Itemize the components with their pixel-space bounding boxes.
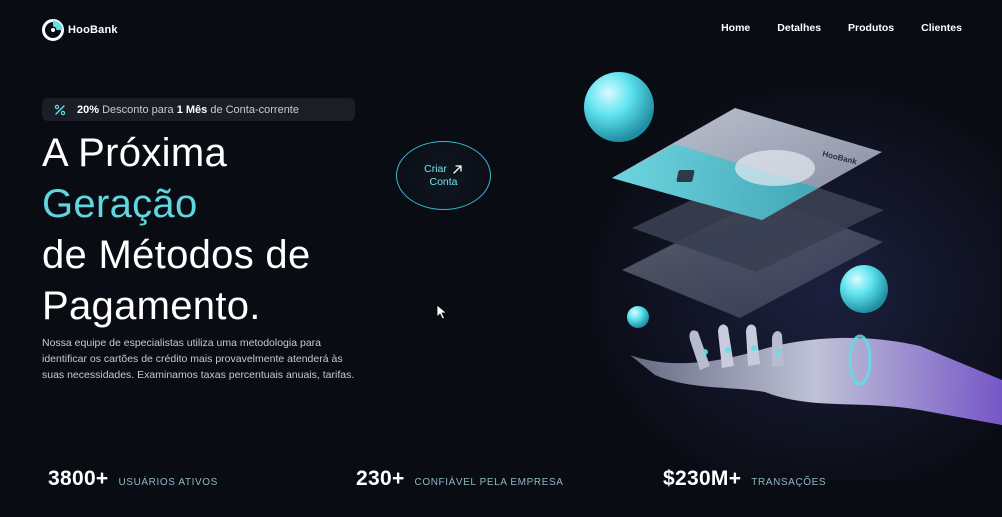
arrow-up-right-icon xyxy=(453,164,462,174)
robot-joint-4 xyxy=(775,349,781,355)
robot-joint-1 xyxy=(702,349,708,355)
stat-value: 3800+ xyxy=(48,467,109,490)
card-chip xyxy=(676,170,695,182)
hero-description: Nossa equipe de especialistas utiliza um… xyxy=(42,337,355,381)
nav-produtos[interactable]: Produtos xyxy=(848,22,894,34)
nav-clientes[interactable]: Clientes xyxy=(921,22,962,34)
mouse-cursor-icon xyxy=(436,304,448,320)
stat-active-users: 3800+ Usuários Ativos xyxy=(48,467,218,491)
navbar: HooBank Home Detalhes Produtos Clientes xyxy=(0,0,1002,58)
logo[interactable]: HooBank xyxy=(42,19,118,41)
badge-period: 1 Mês xyxy=(176,103,208,116)
discount-badge: 20% Desconto para 1 Mês de Conta-corrent… xyxy=(42,98,355,121)
badge-percent: 20% xyxy=(77,103,100,116)
badge-text: 20% Desconto para 1 Mês de Conta-corrent… xyxy=(77,104,299,116)
robot-hand xyxy=(630,337,1002,425)
sphere-large xyxy=(584,72,654,142)
cta-row-1: Criar xyxy=(424,163,463,176)
stat-value: $230M+ xyxy=(663,467,742,490)
stat-transactions: $230M+ Transações xyxy=(663,467,826,491)
cta-label-1: Criar xyxy=(424,162,447,175)
stat-label: Usuários Ativos xyxy=(118,477,218,488)
create-account-button[interactable]: Criar Conta xyxy=(396,141,491,210)
hero-title: A Próxima Geração de Métodos de Pagament… xyxy=(42,128,311,332)
stats-bar: 3800+ Usuários Ativos 230+ Confiável pel… xyxy=(48,467,998,493)
stat-label: Transações xyxy=(751,477,827,488)
sphere-small xyxy=(627,306,649,328)
logo-text: HooBank xyxy=(68,24,118,36)
hero-title-line-2: Geração xyxy=(42,182,198,226)
nav-links: Home Detalhes Produtos Clientes xyxy=(694,22,962,34)
hero-title-line-4: Pagamento. xyxy=(42,284,261,328)
stat-trusted-companies: 230+ Confiável pela Empresa xyxy=(356,467,564,491)
discount-icon xyxy=(54,104,66,115)
nav-detalhes[interactable]: Detalhes xyxy=(777,22,821,34)
hoobank-logo-icon xyxy=(42,19,64,41)
sphere-medium xyxy=(840,265,888,313)
card-top-hologram xyxy=(735,150,815,186)
stat-value: 230+ xyxy=(356,467,405,490)
nav-home[interactable]: Home xyxy=(721,22,750,34)
badge-text-a: Desconto para xyxy=(99,103,177,116)
badge-text-b: de Conta-corrente xyxy=(207,103,299,116)
robot-joint-3 xyxy=(751,345,757,351)
hero-illustration: HooBank xyxy=(584,72,1002,425)
cta-label-2: Conta xyxy=(429,175,458,188)
robot-joint-2 xyxy=(725,347,731,353)
hero-title-line-1: A Próxima xyxy=(42,131,227,175)
stat-label: Confiável pela Empresa xyxy=(414,477,564,488)
hero-title-line-3: de Métodos de xyxy=(42,233,311,277)
